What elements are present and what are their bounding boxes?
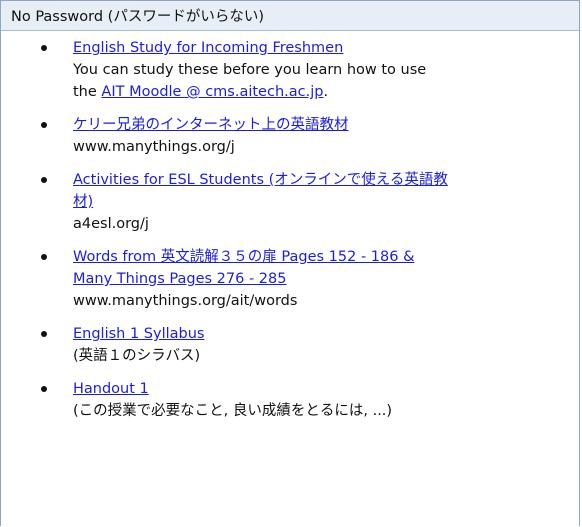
list-item-syllabus: English 1 Syllabus (英語１のシラバス) — [1, 323, 581, 367]
english-study-desc-line1: You can study these before you learn how… — [73, 62, 427, 78]
list-item-kelly-brothers: ケリー兄弟のインターネット上の英語教材 www.manythings.org/j — [1, 114, 581, 158]
esl-activities-link-line1: Activities for ESL Students (オンラインで使える英語… — [73, 172, 448, 188]
ait-moodle-link[interactable]: AIT Moodle @ cms.aitech.ac.jp — [101, 84, 323, 100]
panel-title: No Password (パスワードがいらない) — [11, 9, 264, 25]
list-item-handout: Handout 1 (この授業で必要なこと, 良い成績をとるには, ...) — [1, 378, 581, 422]
english-study-link[interactable]: English Study for Incoming Freshmen — [73, 40, 343, 56]
syllabus-link[interactable]: English 1 Syllabus — [73, 326, 204, 342]
handout-link[interactable]: Handout 1 — [73, 381, 149, 397]
bullet-icon — [41, 45, 47, 51]
bullet-icon — [41, 177, 47, 183]
esl-activities-link-line2: 材) — [73, 194, 94, 210]
kelly-brothers-link[interactable]: ケリー兄弟のインターネット上の英語教材 — [73, 117, 349, 133]
english-study-desc-prefix: the — [73, 84, 102, 100]
panel-header: No Password (パスワードがいらない) — [1, 1, 579, 31]
esl-activities-link[interactable]: Activities for ESL Students (オンラインで使える英語… — [73, 172, 448, 210]
syllabus-desc: (英語１のシラバス) — [73, 348, 201, 364]
no-password-panel: No Password (パスワードがいらない) English Study f… — [0, 0, 580, 526]
bullet-icon — [41, 254, 47, 260]
kelly-brothers-url: www.manythings.org/j — [73, 139, 235, 155]
esl-activities-url: a4esl.org/j — [73, 216, 149, 232]
list-item-esl-activities: Activities for ESL Students (オンラインで使える英語… — [1, 169, 581, 235]
words-link-line2: Many Things Pages 276 - 285 — [73, 271, 287, 287]
words-link[interactable]: Words from 英文読解３５の扉 Pages 152 - 186 & Man… — [73, 249, 414, 287]
handout-desc: (この授業で必要なこと, 良い成績をとるには, ...) — [73, 403, 393, 419]
bullet-icon — [41, 331, 47, 337]
resource-link-list: English Study for Incoming Freshmen You … — [1, 37, 581, 433]
bullet-icon — [41, 386, 47, 392]
words-link-line1: Words from 英文読解３５の扉 Pages 152 - 186 & — [73, 249, 415, 265]
words-url: www.manythings.org/ait/words — [73, 293, 298, 309]
list-item-english-study: English Study for Incoming Freshmen You … — [1, 37, 581, 103]
english-study-desc-suffix: . — [323, 84, 329, 100]
bullet-icon — [41, 122, 47, 128]
list-item-words: Words from 英文読解３５の扉 Pages 152 - 186 & Man… — [1, 246, 581, 312]
